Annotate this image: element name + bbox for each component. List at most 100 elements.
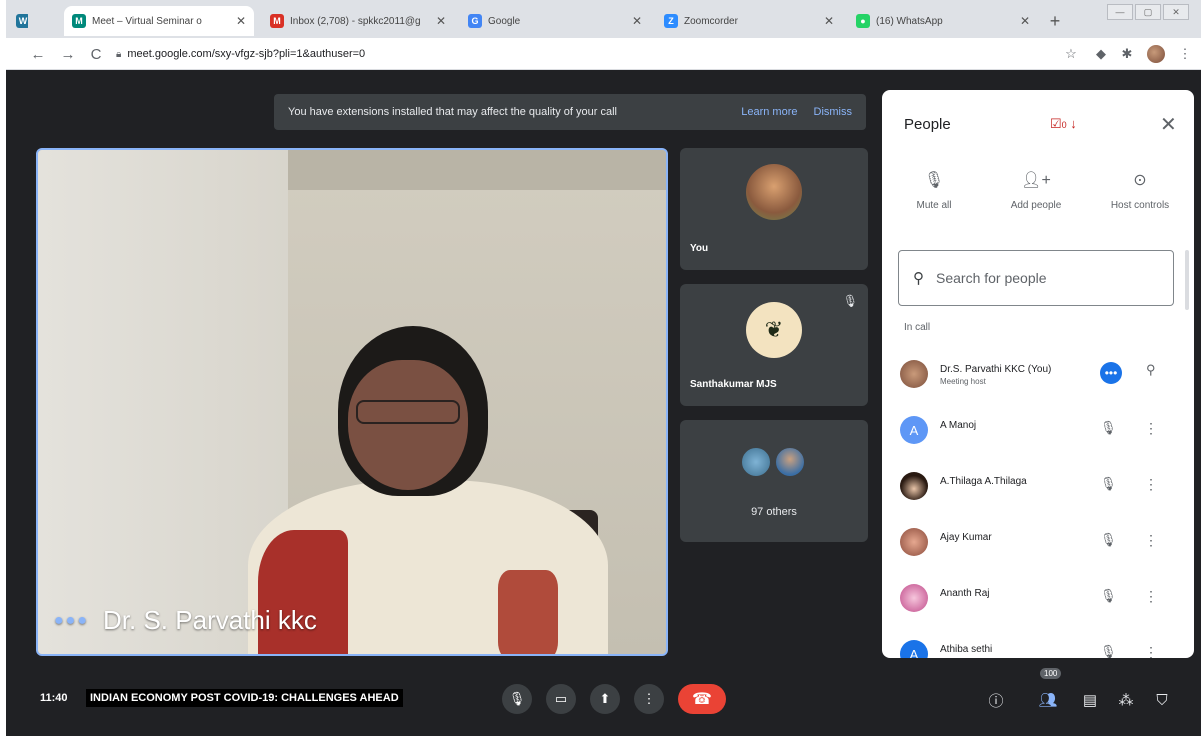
add-people-button[interactable]: 👤︎+ Add people [986, 170, 1086, 211]
mic-off-icon[interactable]: 🎙︎ [1100, 476, 1117, 492]
more-vert-icon[interactable]: ⋮ [1144, 476, 1158, 493]
wordpress-icon: W [16, 14, 28, 28]
participant-row[interactable]: A A Manoj 🎙︎ ⋮ [882, 412, 1194, 456]
chat-icon: ▤ [1082, 692, 1098, 709]
close-window-button[interactable]: ✕ [1163, 4, 1189, 20]
participant-name: A Manoj [940, 420, 977, 431]
participant-row[interactable]: Dr.S. Parvathi KKC (You) Meeting host ••… [882, 356, 1194, 400]
meeting-title: INDIAN ECONOMY POST COVID-19: CHALLENGES… [86, 689, 403, 707]
tile-santhakumar[interactable]: ❦ 🎙︎ Santhakumar MJS [680, 284, 868, 406]
extension-icon[interactable]: ◆ [1092, 45, 1110, 63]
more-options-button[interactable]: ⋮ [634, 684, 664, 714]
dismiss-button[interactable]: Dismiss [814, 106, 853, 118]
tab-google[interactable]: G Google ✕ [460, 6, 650, 36]
more-vert-icon[interactable]: ⋮ [1144, 420, 1158, 437]
tab-title: Zoomcorder [684, 15, 738, 27]
back-button[interactable]: ← [28, 44, 48, 64]
address-bar[interactable]: 🔒︎ meet.google.com/sxy-vfgz-sjb?pli=1&au… [116, 42, 1076, 66]
minimize-button[interactable]: — [1107, 4, 1133, 20]
host-controls-button[interactable]: ⛉ [1150, 688, 1174, 712]
leaf-logo-icon: ❦ [746, 302, 802, 358]
new-tab-button[interactable]: + [1044, 10, 1066, 32]
reload-button[interactable]: C [86, 44, 106, 64]
participant-avatar [900, 360, 928, 388]
people-panel: People ☑0 ↓ ✕ 🎙︎ Mute all 👤︎+ Add people… [882, 90, 1194, 658]
more-options-button[interactable]: ••• [1100, 362, 1122, 384]
meet-stage: You have extensions installed that may a… [6, 70, 1201, 736]
whatsapp-icon: ● [856, 14, 870, 28]
extensions-notice: You have extensions installed that may a… [274, 94, 866, 130]
meeting-info-button[interactable]: ⓘ [984, 688, 1008, 712]
mic-off-icon[interactable]: 🎙︎ [1100, 644, 1117, 658]
present-button[interactable]: ⬆ [590, 684, 620, 714]
more-vert-icon[interactable]: ⋮ [1144, 588, 1158, 605]
arrow-down-icon: ↓ [1070, 116, 1077, 131]
close-tab-icon[interactable]: ✕ [1020, 14, 1030, 28]
panel-scrollbar[interactable] [1185, 250, 1189, 310]
close-tab-icon[interactable]: ✕ [436, 14, 446, 28]
mic-off-icon[interactable]: 🎙︎ [1100, 588, 1117, 604]
tab-gmail[interactable]: M Inbox (2,708) - spkkc2011@g ✕ [262, 6, 454, 36]
tab-meet[interactable]: M Meet – Virtual Seminar o ✕ [64, 6, 254, 36]
hand-raise-badge[interactable]: ☑0 ↓ [1050, 116, 1077, 132]
info-icon: ⓘ [988, 692, 1004, 710]
host-controls-button[interactable]: ⊙ Host controls [1090, 170, 1190, 211]
puzzle-icon[interactable]: ✱ [1118, 45, 1136, 63]
profile-avatar[interactable] [1147, 45, 1165, 63]
present-icon: ⬆ [599, 691, 611, 706]
participant-row[interactable]: Ajay Kumar 🎙︎ ⋮ [882, 524, 1194, 568]
tile-label: You [690, 243, 709, 254]
pin-icon[interactable]: ⚲ [1146, 362, 1156, 378]
search-people-input[interactable]: ⚲ Search for people [898, 250, 1174, 306]
activities-icon: ⁂ [1118, 692, 1134, 709]
more-vert-icon[interactable]: ⋮ [1144, 532, 1158, 549]
participant-row[interactable]: A Athiba sethi 🎙︎ ⋮ [882, 636, 1194, 658]
tile-others[interactable]: 97 others [680, 420, 868, 542]
speaker-name-text: Dr. S. Parvathi kkc [103, 605, 317, 635]
clock: 11:40 [40, 692, 68, 704]
participant-row[interactable]: A.Thilaga A.Thilaga 🎙︎ ⋮ [882, 468, 1194, 512]
close-tab-icon[interactable]: ✕ [236, 14, 246, 28]
chat-button[interactable]: ▤ [1078, 688, 1102, 712]
mic-off-icon[interactable]: 🎙︎ [1100, 532, 1117, 548]
end-call-button[interactable]: ☎︎ [678, 684, 726, 714]
mic-off-icon: 🎙︎ [923, 172, 945, 189]
more-vert-icon[interactable]: ⋮ [1144, 644, 1158, 658]
participant-avatar [900, 528, 928, 556]
menu-icon[interactable]: ⋮ [1176, 45, 1194, 63]
mic-button[interactable]: 🎙︎ [502, 684, 532, 714]
in-call-section-label: In call [904, 322, 931, 333]
camera-icon: ▭ [554, 691, 568, 706]
others-count-label: 97 others [751, 506, 797, 518]
zoomcorder-icon: Z [664, 14, 678, 28]
maximize-button[interactable]: ▢ [1135, 4, 1161, 20]
participant-row[interactable]: Ananth Raj 🎙︎ ⋮ [882, 580, 1194, 624]
main-speaker-video[interactable]: ●●● Dr. S. Parvathi kkc [36, 148, 668, 656]
add-people-label: Add people [1010, 200, 1062, 211]
wordpress-pinned-tab[interactable]: W [8, 6, 28, 36]
mute-all-button[interactable]: 🎙︎ Mute all [884, 170, 984, 211]
learn-more-link[interactable]: Learn more [741, 106, 797, 118]
camera-button[interactable]: ▭ [546, 684, 576, 714]
notice-message: You have extensions installed that may a… [288, 106, 617, 118]
url-text: meet.google.com/sxy-vfgz-sjb?pli=1&authu… [127, 48, 366, 60]
tab-whatsapp[interactable]: ● (16) WhatsApp ✕ [848, 6, 1038, 36]
people-actions: 🎙︎ Mute all 👤︎+ Add people ⊙ Host contro… [882, 170, 1194, 220]
gmail-icon: M [270, 14, 284, 28]
tab-title: Meet – Virtual Seminar o [92, 15, 202, 27]
close-tab-icon[interactable]: ✕ [632, 14, 642, 28]
participant-name: Ananth Raj [940, 588, 990, 599]
tile-you[interactable]: You [680, 148, 868, 270]
forward-button[interactable]: → [58, 44, 78, 64]
window-controls: — ▢ ✕ [1107, 4, 1189, 20]
close-panel-button[interactable]: ✕ [1160, 112, 1177, 137]
control-bar: 11:40 INDIAN ECONOMY POST COVID-19: CHAL… [6, 668, 1201, 736]
browser-window: W M Meet – Virtual Seminar o ✕ M Inbox (… [6, 0, 1201, 736]
mic-off-icon: 🎙︎ [842, 294, 858, 308]
tab-zoomcorder[interactable]: Z Zoomcorder ✕ [656, 6, 842, 36]
star-icon[interactable]: ☆ [1062, 45, 1080, 63]
mic-off-icon[interactable]: 🎙︎ [1100, 420, 1117, 436]
close-tab-icon[interactable]: ✕ [824, 14, 834, 28]
people-button[interactable]: 👥︎ [1036, 688, 1060, 712]
activities-button[interactable]: ⁂ [1114, 688, 1138, 712]
